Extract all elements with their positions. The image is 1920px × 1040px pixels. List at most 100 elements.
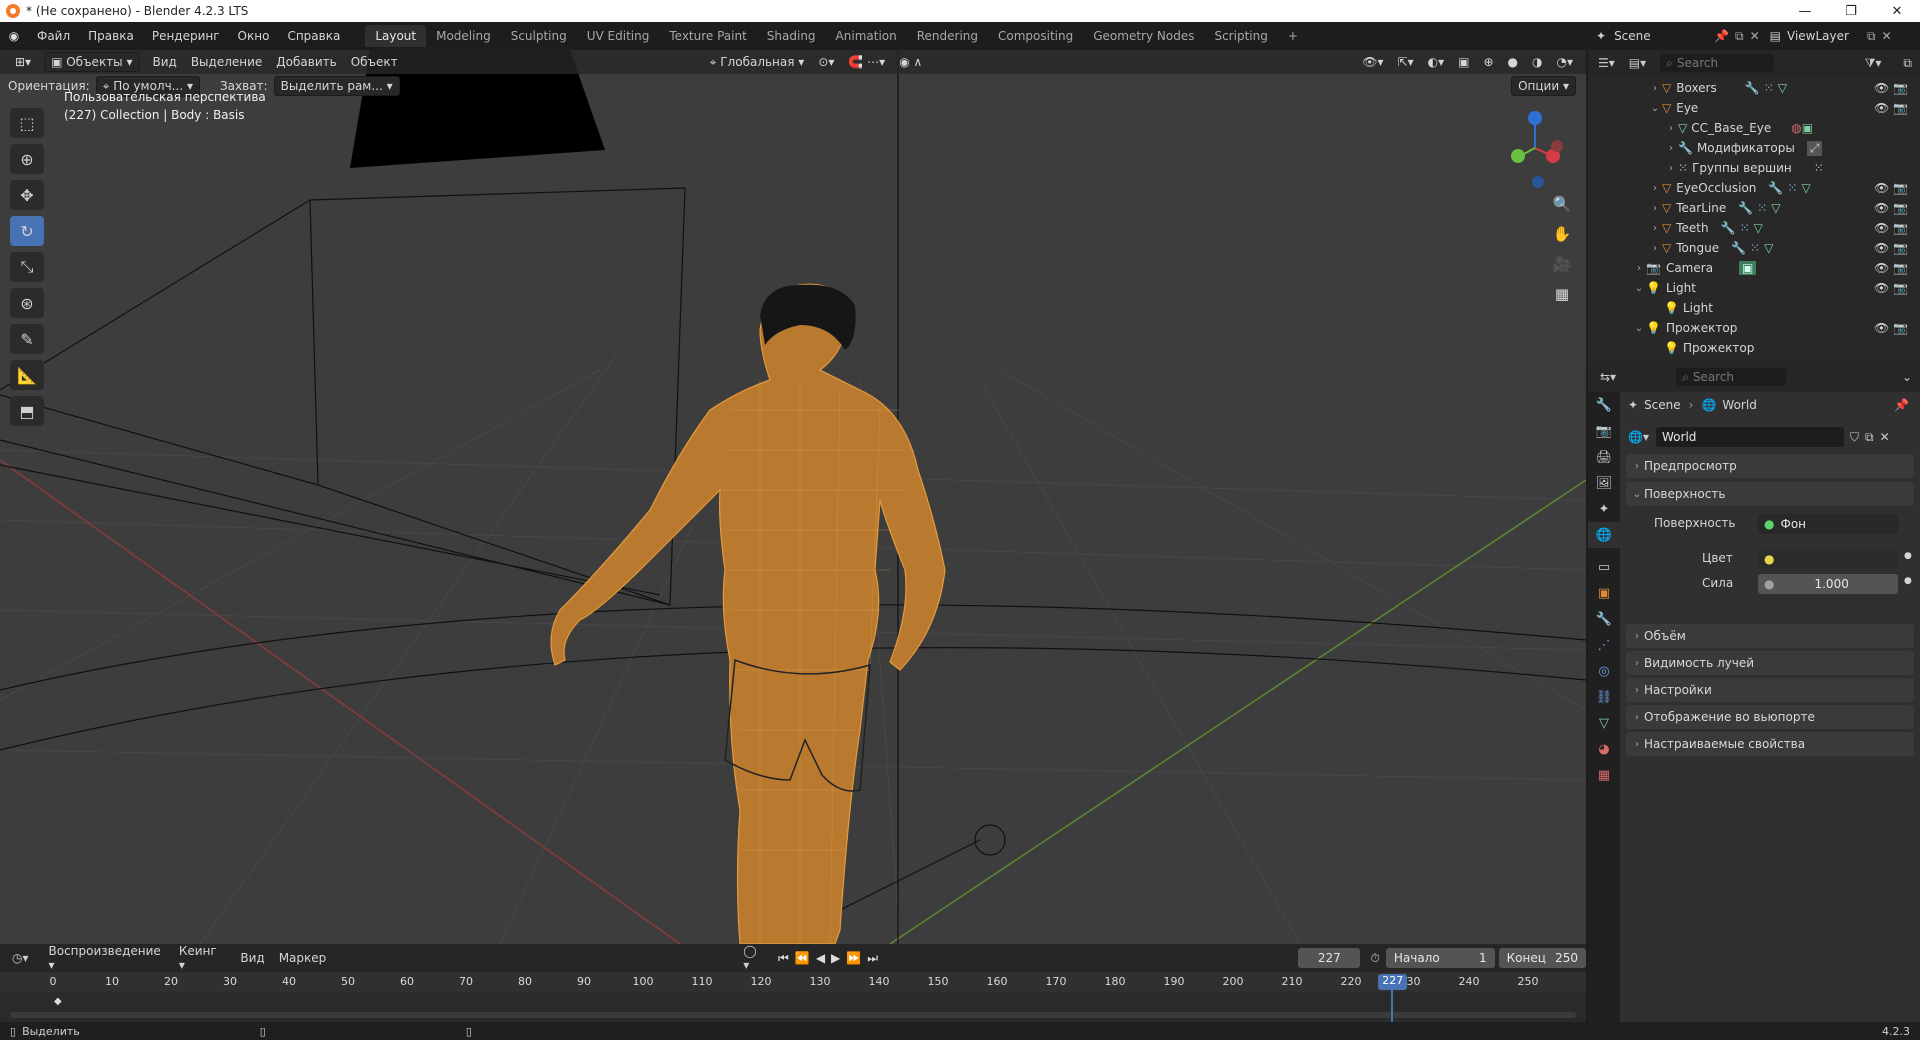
add-workspace-icon[interactable]: + <box>1278 25 1308 47</box>
menu-help[interactable]: Справка <box>278 29 349 43</box>
snap-dropdown[interactable]: Выделить рам... ▾ <box>273 76 400 96</box>
outliner-row-eye[interactable]: ⌄ ▽ Eye <box>1648 98 1699 118</box>
view-layer-tab-icon[interactable]: 🖼 <box>1588 470 1620 496</box>
outliner-row-eyeocclusion[interactable]: › ▽ EyeOcclusion 🔧 ⁙ ▽ <box>1648 178 1815 198</box>
outliner-row-tearline[interactable]: › ▽ TearLine 🔧 ⁙ ▽ <box>1648 198 1784 218</box>
visibility-eye-icon[interactable]: 👁 📷 <box>1874 78 1908 98</box>
tab-animation[interactable]: Animation <box>826 25 907 47</box>
annotate-icon[interactable]: ✎ <box>10 324 44 354</box>
xray-icon[interactable]: ▣ <box>1451 53 1476 71</box>
physics-tab-icon[interactable]: ◎ <box>1588 658 1620 684</box>
world-tab-icon[interactable]: 🌐 <box>1588 522 1620 548</box>
menu-edit[interactable]: Правка <box>79 29 143 43</box>
tab-compositing[interactable]: Compositing <box>988 25 1083 47</box>
filter-icon[interactable]: ⧩▾ <box>1865 56 1882 71</box>
cursor-icon[interactable]: ⊕ <box>10 144 44 174</box>
visibility-eye-icon[interactable]: 👁 📷 <box>1874 98 1908 118</box>
modifier-tab-icon[interactable]: 🔧 <box>1588 606 1620 632</box>
timeline-view-menu[interactable]: Вид <box>233 949 271 967</box>
panel-settings[interactable]: › Настройки <box>1626 678 1914 702</box>
output-tab-icon[interactable]: 🖨 <box>1588 444 1620 470</box>
texture-tab-icon[interactable]: ▦ <box>1588 762 1620 788</box>
jump-end-icon[interactable]: ⏭ <box>867 951 878 966</box>
visibility-eye-icon[interactable]: 👁 📷 <box>1874 318 1908 338</box>
timeline-editor-icon[interactable]: ◷▾ <box>12 951 29 965</box>
visibility-eye-icon[interactable]: 👁 📷 <box>1874 258 1908 278</box>
render-tab-icon[interactable]: 📷 <box>1588 418 1620 444</box>
properties-search-input[interactable]: ⌕ Search <box>1676 368 1787 386</box>
menu-add[interactable]: Добавить <box>269 53 343 71</box>
playback-menu[interactable]: Воспроизведение ▾ <box>43 942 167 974</box>
timeline-ruler[interactable]: 0 10 20 30 40 50 60 70 80 90 100 110 120 130 140 150 160… <box>0 972 1586 992</box>
strength-field[interactable]: ● 1.000 <box>1758 574 1898 594</box>
tab-sculpting[interactable]: Sculpting <box>501 25 577 47</box>
tab-scripting[interactable]: Scripting <box>1204 25 1277 47</box>
menu-render[interactable]: Рендеринг <box>143 29 229 43</box>
visibility-eye-icon[interactable]: 👁 📷 <box>1874 278 1908 298</box>
pan-hand-icon[interactable]: ✋ <box>1548 220 1576 248</box>
panel-preview[interactable]: › Предпросмотр <box>1626 454 1914 478</box>
rendered-shading-icon[interactable]: ◔▾ <box>1550 53 1581 71</box>
outliner-row-teeth[interactable]: › ▽ Teeth 🔧 ⁙ ▽ <box>1648 218 1767 238</box>
rotate-icon[interactable]: ↻ <box>10 216 44 246</box>
panel-custom-properties[interactable]: › Настраиваемые свойства <box>1626 732 1914 756</box>
visibility-eye-icon[interactable]: 👁 📷 <box>1874 178 1908 198</box>
proportional-edit-icon[interactable]: ◉ ∧ <box>892 53 929 71</box>
new-viewlayer-icon[interactable]: ⧉ <box>1867 29 1876 44</box>
end-frame-field[interactable]: Конец 250 <box>1498 948 1586 968</box>
viewport-scene[interactable] <box>0 50 1586 944</box>
delete-scene-icon[interactable]: ✕ <box>1750 29 1760 43</box>
data-tab-icon[interactable]: ▽ <box>1588 710 1620 736</box>
constraints-tab-icon[interactable]: ⛓ <box>1588 684 1620 710</box>
viewlayer-name[interactable]: ViewLayer <box>1787 29 1867 43</box>
start-frame-field[interactable]: Начало 1 <box>1385 948 1495 968</box>
wireframe-shading-icon[interactable]: ⊕ <box>1476 53 1500 71</box>
restore-icon[interactable]: ❐ <box>1828 4 1874 19</box>
options-dropdown[interactable]: Опции ▾ <box>1511 76 1576 96</box>
panel-volume[interactable]: › Объём <box>1626 624 1914 648</box>
timeline-track[interactable]: ◆ <box>0 992 1586 1022</box>
outliner-row-tongue[interactable]: › ▽ Tongue 🔧 ⁙ ▽ <box>1648 238 1777 258</box>
properties-editor-icon[interactable]: ⇆▾ <box>1600 370 1616 384</box>
keying-menu[interactable]: Кеинг ▾ <box>173 942 228 974</box>
outliner-row-boxers[interactable]: › ▽ Boxers 🔧 ⁙ ▽ <box>1648 78 1791 98</box>
outliner-row-spotlight[interactable]: ⌄ 💡 Прожектор <box>1632 318 1738 338</box>
object-tab-icon[interactable]: ▣ <box>1588 580 1620 606</box>
move-icon[interactable]: ✥ <box>10 180 44 210</box>
snap-icon[interactable]: 🧲 ⋯▾ <box>841 53 892 71</box>
gizmo-icon[interactable]: ⇱▾ <box>1391 53 1421 71</box>
minimize-icon[interactable]: — <box>1782 4 1828 19</box>
measure-icon[interactable]: 📐 <box>10 360 44 390</box>
auto-key-icon[interactable]: ◯ ▾ <box>743 944 764 972</box>
transform-orientation-dropdown[interactable]: ⌖ Глобальная ▾ <box>703 53 812 72</box>
unlink-world-icon[interactable]: ✕ <box>1880 430 1890 444</box>
play-reverse-icon[interactable]: ◀ <box>816 951 825 965</box>
fake-user-icon[interactable]: ⛉ <box>1850 430 1859 445</box>
tab-texture-paint[interactable]: Texture Paint <box>659 25 756 47</box>
playhead-frame-badge[interactable]: 227 <box>1378 974 1408 990</box>
close-icon[interactable]: ✕ <box>1874 4 1920 19</box>
outliner-row-cc-base-eye[interactable]: › ▽ CC_Base_Eye ◍ ▣ <box>1664 118 1817 138</box>
outliner-row-camera[interactable]: › 📷 Camera ▣ <box>1632 258 1757 278</box>
panel-surface[interactable]: ⌄ Поверхность <box>1626 482 1914 506</box>
pivot-icon[interactable]: ⊙▾ <box>811 53 841 71</box>
tab-geometry-nodes[interactable]: Geometry Nodes <box>1083 25 1204 47</box>
marker-menu[interactable]: Маркер <box>272 949 334 967</box>
pin-properties-icon[interactable]: 📌 <box>1894 398 1909 412</box>
preview-range-icon[interactable]: ⏱ <box>1370 951 1379 966</box>
tool-tab-icon[interactable]: 🔧 <box>1588 392 1620 418</box>
blender-menu-icon[interactable]: ◉ <box>0 29 28 43</box>
menu-window[interactable]: Окно <box>229 29 279 43</box>
pin-icon[interactable]: 📌 <box>1714 29 1729 43</box>
tab-layout[interactable]: Layout <box>365 25 427 47</box>
prev-keyframe-icon[interactable]: ⏪ <box>795 951 810 965</box>
collection-tab-icon[interactable]: ▭ <box>1588 554 1620 580</box>
outliner-row-spotlight-data[interactable]: 💡 Прожектор <box>1664 338 1754 358</box>
world-name-field[interactable]: World <box>1656 427 1844 447</box>
timeline-scrollbar[interactable] <box>10 1012 1576 1018</box>
current-frame-field[interactable]: 227 <box>1298 948 1361 968</box>
play-icon[interactable]: ▶ <box>831 951 840 965</box>
visibility-eye-icon[interactable]: 👁 📷 <box>1874 238 1908 258</box>
tab-shading[interactable]: Shading <box>757 25 826 47</box>
keyframe-dot-icon[interactable]: ● <box>1904 576 1912 586</box>
